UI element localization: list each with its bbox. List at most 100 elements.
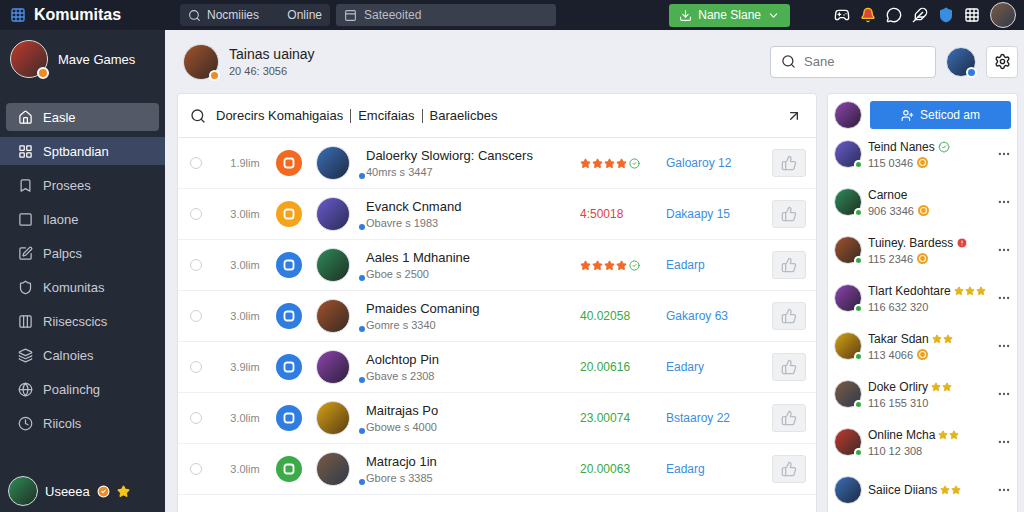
friend-avatar[interactable] (834, 140, 862, 168)
friend-menu[interactable] (997, 483, 1011, 497)
sidebar-item[interactable]: Palpcs (6, 239, 159, 267)
row-link[interactable]: Eadary (662, 360, 762, 374)
friend-avatar[interactable] (834, 236, 862, 264)
like-button[interactable] (772, 200, 806, 228)
account-avatar[interactable] (946, 47, 976, 77)
sidebar-item[interactable]: Poalinchg (6, 375, 159, 403)
primary-button[interactable]: Nane Slane (669, 4, 790, 27)
sidebar-user[interactable]: Useeea (0, 470, 165, 512)
chat-icon[interactable] (886, 7, 902, 23)
bell-icon[interactable] (860, 7, 876, 23)
friend-menu[interactable] (997, 243, 1011, 257)
top-search-field[interactable]: NocmiiiesOnline (180, 4, 330, 26)
table-row[interactable]: 1.9limDaloerky Slowiorg: Canscers40mrs s… (178, 138, 816, 189)
sidebar-item[interactable]: Riisecscics (6, 307, 159, 335)
sidebar-item[interactable]: Riicols (6, 409, 159, 437)
friend-row[interactable]: Doke Orliry116 155 310 (834, 370, 1011, 418)
expand-icon[interactable] (786, 108, 802, 124)
friend-menu[interactable] (997, 195, 1011, 209)
friend-avatar[interactable] (834, 188, 862, 216)
feather-icon[interactable] (912, 7, 928, 23)
like-button[interactable] (772, 455, 806, 483)
table-row[interactable]: 3.0limAales 1 MdhanineGboe s 2500Eadarp (178, 240, 816, 291)
row-avatar[interactable] (316, 350, 366, 384)
friends-avatar[interactable] (834, 101, 862, 129)
row-avatar[interactable] (316, 452, 366, 486)
like-button[interactable] (772, 404, 806, 432)
row-radio[interactable] (190, 361, 202, 373)
gamepad-icon[interactable] (834, 7, 850, 23)
row-link[interactable]: Dakaapy 15 (662, 207, 762, 221)
header-search[interactable]: Sane (770, 46, 936, 78)
apps-icon[interactable] (964, 7, 980, 23)
selector-field[interactable]: Sateeoited (336, 4, 556, 26)
user-avatar[interactable] (8, 476, 38, 506)
like-button[interactable] (772, 149, 806, 177)
row-link[interactable]: Gakaroy 63 (662, 309, 762, 323)
row-avatar[interactable] (316, 299, 366, 333)
row-link[interactable]: Bstaaroy 22 (662, 411, 762, 425)
friend-row[interactable]: Carnoe906 3346 (834, 178, 1011, 226)
like-button[interactable] (772, 251, 806, 279)
friend-menu[interactable] (997, 387, 1011, 401)
row-avatar[interactable] (316, 401, 366, 435)
table-row[interactable]: 3.0limMaitrajas PoGbowe s 400023.00074Bs… (178, 393, 816, 444)
row-detail: Gomre s 3340 (366, 319, 566, 331)
friend-avatar[interactable] (834, 428, 862, 456)
friend-row[interactable]: Saiice Diians (834, 466, 1011, 512)
table-filter[interactable]: Dorecirs Komahigaias (216, 109, 350, 123)
row-avatar[interactable] (316, 248, 366, 282)
star-icon (580, 260, 591, 271)
row-radio[interactable] (190, 463, 202, 475)
row-avatar[interactable] (316, 197, 366, 231)
table-filter[interactable]: Baraelicbes (422, 109, 505, 123)
friend-avatar[interactable] (834, 284, 862, 312)
table-row[interactable]: 3.0limEvanck CnmandObavre s 19834:50018D… (178, 189, 816, 240)
top-avatar[interactable] (990, 2, 1016, 28)
friend-row[interactable]: Takar Sdan113 4066 (834, 322, 1011, 370)
friend-menu[interactable] (997, 339, 1011, 353)
row-avatar[interactable] (316, 146, 366, 180)
friends-button[interactable]: Seticod am (870, 101, 1011, 129)
row-link[interactable]: Eadarg (662, 462, 762, 476)
settings-button[interactable] (986, 46, 1018, 78)
table-row[interactable]: 3.0limMatracjo 1inGbore s 338520.00063Ea… (178, 444, 816, 495)
table-filter[interactable]: Emcifaias (350, 109, 421, 123)
friends-panel: Seticod amTeind Nanes115 0346Carnoe906 3… (827, 93, 1018, 512)
like-button[interactable] (772, 353, 806, 381)
header-avatar[interactable] (183, 44, 219, 80)
friend-menu[interactable] (997, 435, 1011, 449)
row-radio[interactable] (190, 208, 202, 220)
row-detail: Gbowe s 4000 (366, 421, 566, 433)
friend-row[interactable]: Teind Nanes115 0346 (834, 130, 1011, 178)
search-icon[interactable] (190, 108, 206, 124)
sidebar-item[interactable]: Sptbandian (0, 137, 165, 165)
profile-avatar[interactable] (10, 40, 48, 78)
row-radio[interactable] (190, 310, 202, 322)
sidebar-item[interactable]: Prosees (6, 171, 159, 199)
friend-row[interactable]: Tuiney. Bardess115 2346 (834, 226, 1011, 274)
sidebar-item[interactable]: Calnoies (6, 341, 159, 369)
sidebar-item[interactable]: Komunitas (6, 273, 159, 301)
friend-avatar[interactable] (834, 476, 862, 504)
primary-button-label: Nane Slane (698, 8, 761, 22)
friend-row[interactable]: Tlart Kedohtare116 632 320 (834, 274, 1011, 322)
table-row[interactable]: 3.9limAolchtop PinGbave s 230820.00616Ea… (178, 342, 816, 393)
row-detail: 40mrs s 3447 (366, 166, 566, 178)
friend-menu[interactable] (997, 291, 1011, 305)
row-radio[interactable] (190, 412, 202, 424)
sidebar-item[interactable]: Easle (6, 103, 159, 131)
shield-icon[interactable] (938, 7, 954, 23)
sidebar-profile[interactable]: Mave Games (0, 30, 165, 88)
row-link[interactable]: Eadarp (662, 258, 762, 272)
table-row[interactable]: 3.0limPmaides ComaningGomre s 334040.020… (178, 291, 816, 342)
friend-avatar[interactable] (834, 380, 862, 408)
friend-avatar[interactable] (834, 332, 862, 360)
row-link[interactable]: Galoaroy 12 (662, 156, 762, 170)
friend-row[interactable]: Online Mcha110 12 308 (834, 418, 1011, 466)
friend-menu[interactable] (997, 147, 1011, 161)
like-button[interactable] (772, 302, 806, 330)
sidebar-item[interactable]: Ilaone (6, 205, 159, 233)
row-radio[interactable] (190, 157, 202, 169)
row-radio[interactable] (190, 259, 202, 271)
